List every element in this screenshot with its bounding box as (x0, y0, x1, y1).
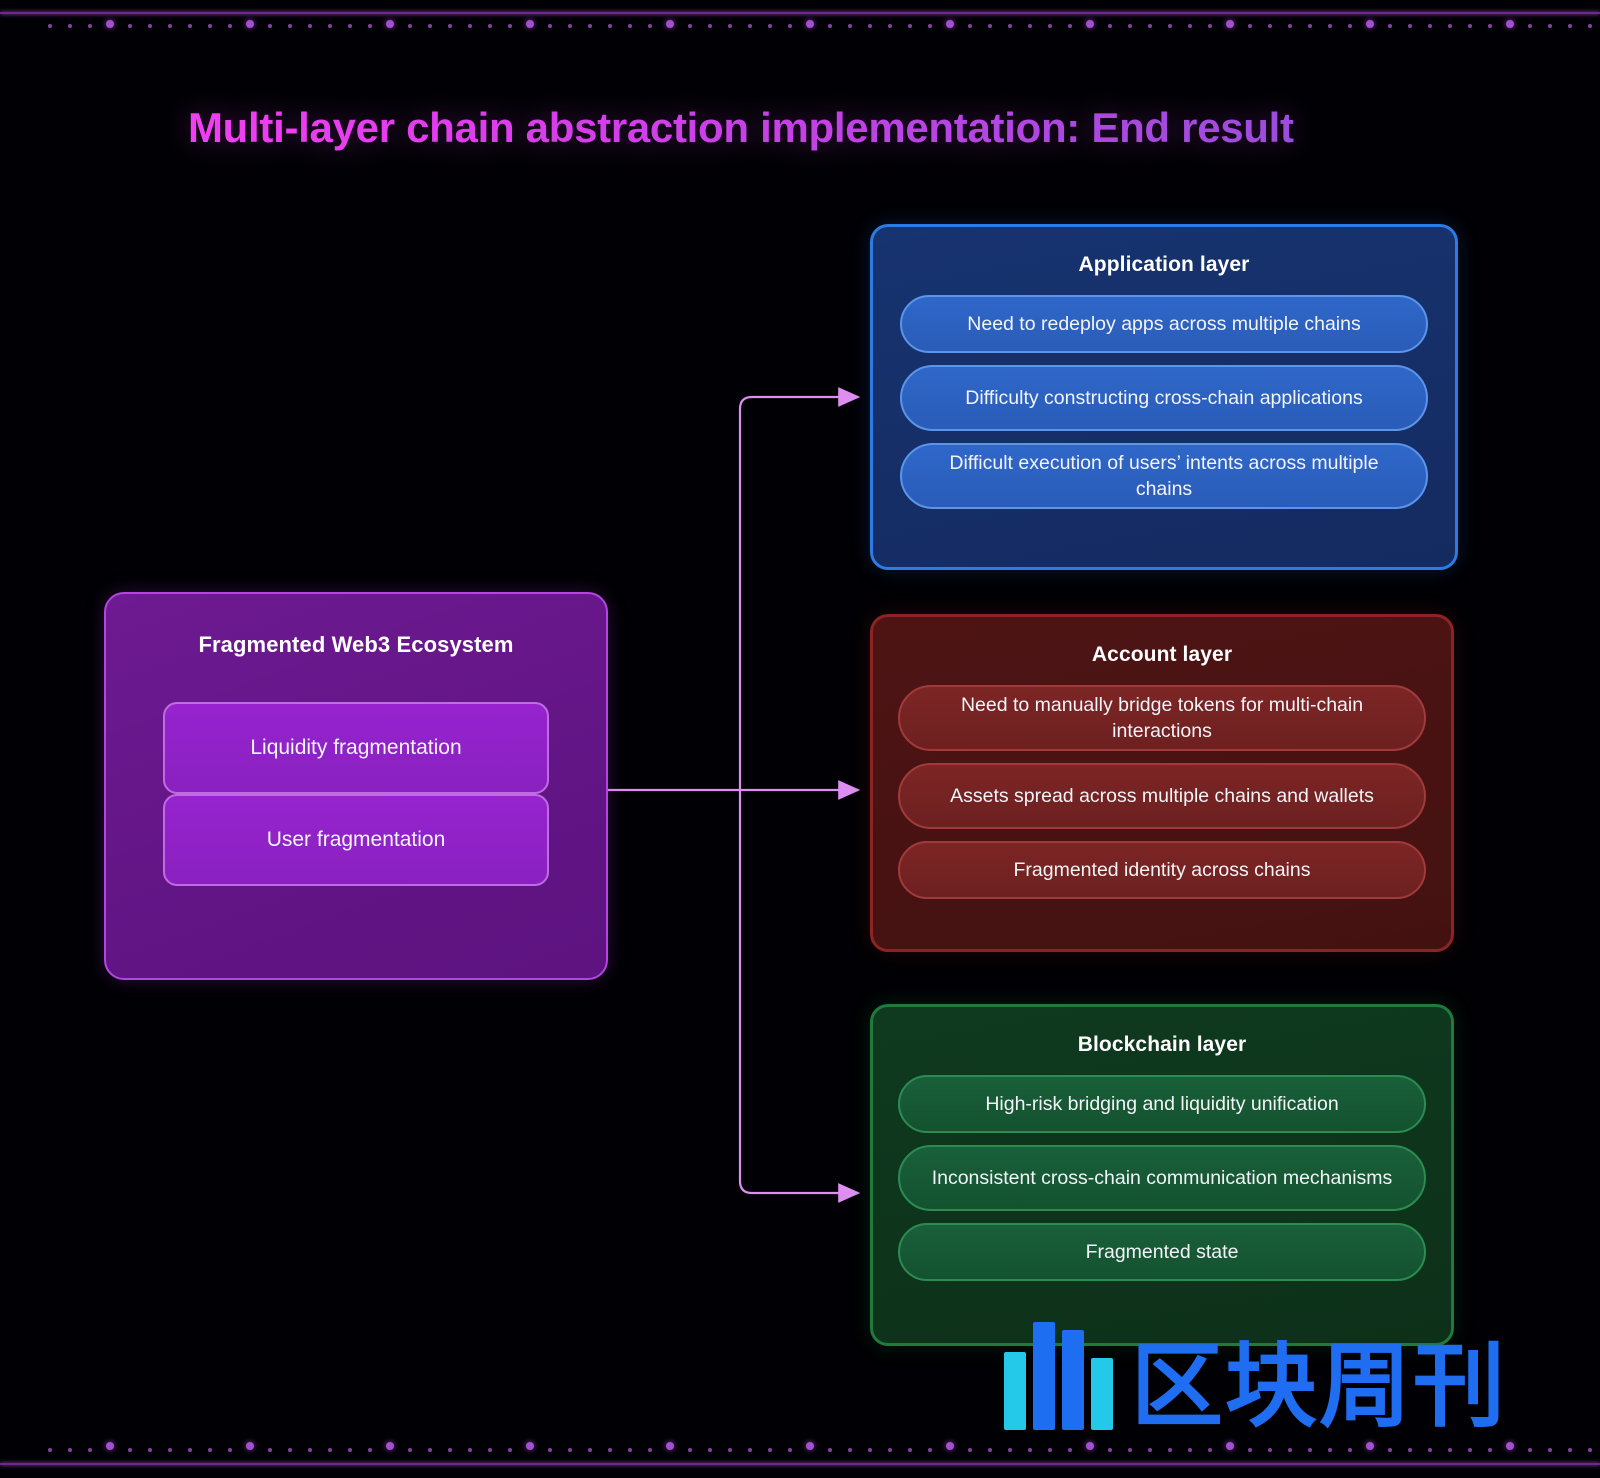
account-item-manual-bridge[interactable]: Need to manually bridge tokens for multi… (898, 685, 1426, 751)
blockchain-layer-items: High-risk bridging and liquidity unifica… (873, 1075, 1451, 1281)
ecosystem-item-user-fragmentation[interactable]: User fragmentation (163, 794, 549, 886)
group-title-account-layer: Account layer (1091, 643, 1233, 666)
account-item-assets-spread[interactable]: Assets spread across multiple chains and… (898, 763, 1426, 829)
application-item-redeploy-apps[interactable]: Need to redeploy apps across multiple ch… (900, 295, 1428, 353)
top-dot-decoration (0, 16, 1600, 38)
blockchain-item-fragmented-state[interactable]: Fragmented state (898, 1223, 1426, 1281)
blockchain-item-inconsistent-communication[interactable]: Inconsistent cross-chain communication m… (898, 1145, 1426, 1211)
application-item-cross-chain-apps[interactable]: Difficulty constructing cross-chain appl… (900, 365, 1428, 431)
application-item-user-intents[interactable]: Difficult execution of users’ intents ac… (900, 443, 1428, 509)
application-layer-items: Need to redeploy apps across multiple ch… (873, 295, 1455, 509)
group-title-application-layer: Application layer (1078, 253, 1250, 276)
watermark: 区块周刊 (1004, 1302, 1508, 1440)
account-item-fragmented-identity[interactable]: Fragmented identity across chains (898, 841, 1426, 899)
group-fragmented-web3-ecosystem[interactable]: Fragmented Web3 Ecosystem Liquidity frag… (104, 592, 608, 980)
bottom-rail-line (0, 1463, 1600, 1465)
diagram-canvas: Multi-layer chain abstraction implementa… (0, 0, 1600, 1478)
blockchain-item-high-risk-bridging[interactable]: High-risk bridging and liquidity unifica… (898, 1075, 1426, 1133)
group-application-layer[interactable]: Application layer Need to redeploy apps … (870, 224, 1458, 570)
watermark-text: 区块周刊 (1131, 1332, 1508, 1440)
group-title-blockchain-layer: Blockchain layer (1077, 1033, 1247, 1056)
page-title: Multi-layer chain abstraction implementa… (188, 104, 1294, 151)
ecosystem-item-liquidity-fragmentation[interactable]: Liquidity fragmentation (163, 702, 549, 794)
bottom-dot-decoration (0, 1438, 1600, 1460)
group-title-ecosystem: Fragmented Web3 Ecosystem (198, 632, 514, 657)
group-blockchain-layer[interactable]: Blockchain layer High-risk bridging and … (870, 1004, 1454, 1346)
account-layer-items: Need to manually bridge tokens for multi… (873, 685, 1451, 899)
group-account-layer[interactable]: Account layer Need to manually bridge to… (870, 614, 1454, 952)
watermark-logo-icon (1004, 1322, 1113, 1430)
top-rail-line (0, 12, 1600, 14)
